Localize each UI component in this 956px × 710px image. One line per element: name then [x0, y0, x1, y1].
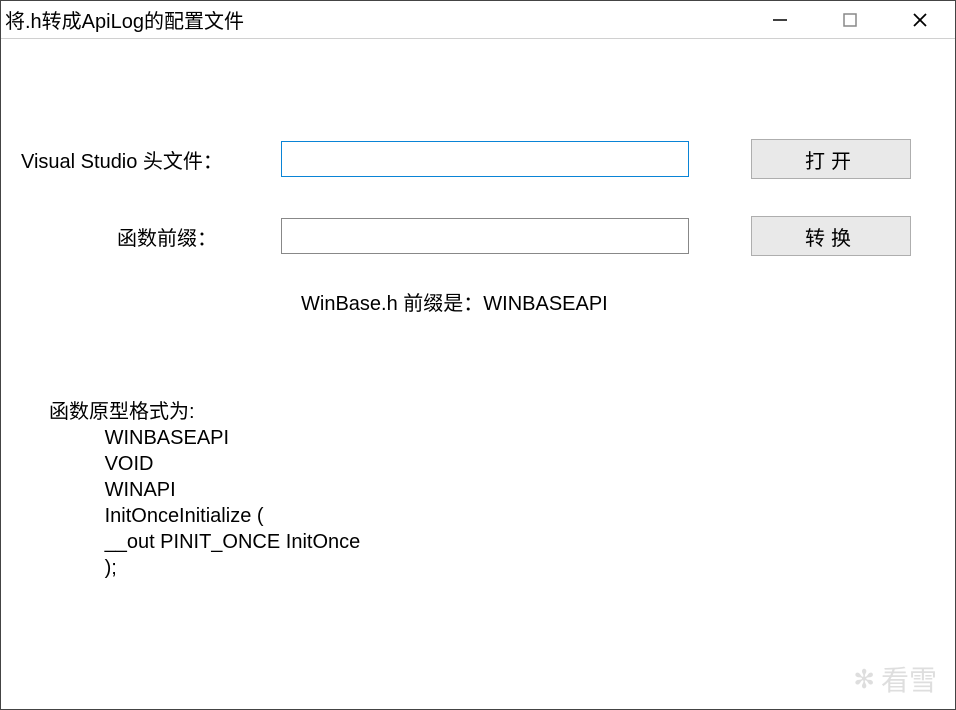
maximize-button[interactable] [815, 1, 885, 38]
client-area: Visual Studio 头文件： 打开 函数前缀： 转换 WinBase.h… [1, 39, 955, 709]
app-window: 将.h转成ApiLog的配置文件 Visual Studio 头文件： 打开 函 [0, 0, 956, 710]
header-file-input-wrap [281, 141, 701, 177]
prefix-hint: WinBase.h 前缀是：WINBASEAPI [301, 287, 608, 316]
prefix-label: 函数前缀： [21, 222, 281, 251]
watermark: ✻ 看雪 [853, 659, 937, 699]
watermark-text: 看雪 [881, 659, 937, 699]
titlebar: 将.h转成ApiLog的配置文件 [1, 1, 955, 39]
header-file-input[interactable] [281, 141, 689, 177]
window-controls [745, 1, 955, 38]
open-button[interactable]: 打开 [751, 139, 911, 179]
prototype-line: WINBASEAPI [105, 427, 229, 449]
prototype-line: VOID [105, 453, 154, 475]
prefix-input-wrap [281, 218, 701, 254]
prototype-heading: 函数原型格式为: [49, 401, 195, 423]
close-button[interactable] [885, 1, 955, 38]
prefix-row: 函数前缀： 转换 [21, 216, 941, 256]
prototype-line: ); [105, 557, 117, 579]
prototype-line: WINAPI [105, 479, 176, 501]
minimize-button[interactable] [745, 1, 815, 38]
prefix-input[interactable] [281, 218, 689, 254]
prototype-block: 函数原型格式为: WINBASEAPI VOID WINAPI InitOnce… [49, 399, 360, 581]
convert-button-wrap: 转换 [701, 216, 941, 256]
convert-button[interactable]: 转换 [751, 216, 911, 256]
open-button-wrap: 打开 [701, 139, 941, 179]
snowflake-icon: ✻ [853, 664, 875, 695]
prototype-line: __out PINIT_ONCE InitOnce [105, 531, 361, 553]
header-file-row: Visual Studio 头文件： 打开 [21, 139, 941, 179]
prototype-line: InitOnceInitialize ( [105, 505, 264, 527]
window-title: 将.h转成ApiLog的配置文件 [1, 5, 745, 34]
header-file-label: Visual Studio 头文件： [21, 145, 281, 174]
